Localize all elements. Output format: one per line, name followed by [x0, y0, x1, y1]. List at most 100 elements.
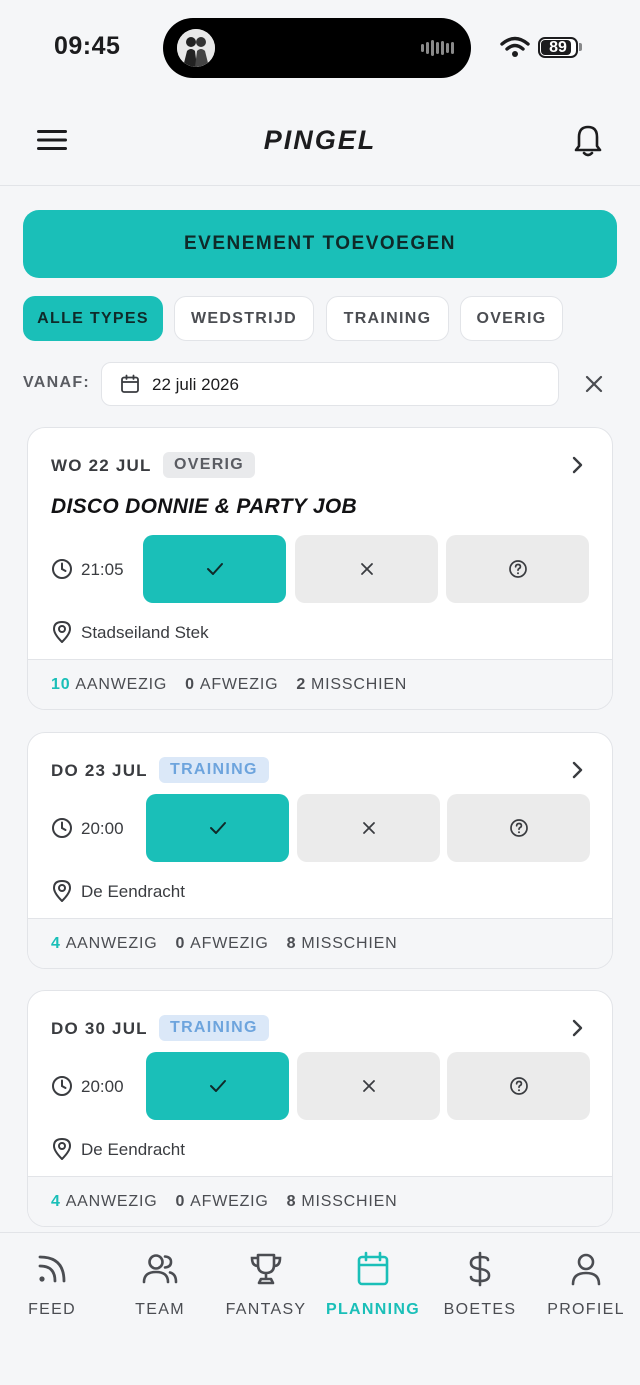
add-event-button[interactable]: EVENEMENT TOEVOEGEN — [23, 210, 617, 278]
attendance-summary: 4 AANWEZIG 0 AFWEZIG 8 MISSCHIEN — [28, 1176, 612, 1226]
event-date: DO 30 JUL — [51, 1019, 148, 1038]
from-date-value: 22 juli 2026 — [152, 375, 239, 394]
filter-chip-match[interactable]: WEDSTRIJD — [174, 296, 314, 341]
clock-icon — [52, 559, 72, 579]
event-time: 20:00 — [81, 819, 124, 838]
present-label: AANWEZIG — [65, 934, 158, 952]
now-playing-artwork — [177, 29, 215, 67]
rsvp-absent-button[interactable] — [297, 794, 440, 862]
maybe-count: 8 — [286, 934, 297, 952]
check-icon — [209, 1080, 226, 1092]
location-pin-icon — [53, 880, 71, 902]
absent-stat: 0 AFWEZIG — [175, 1193, 268, 1211]
tab-team-label: TEAM — [135, 1301, 185, 1318]
absent-label: AFWEZIG — [190, 1192, 269, 1210]
battery-indicator: 89 — [538, 37, 578, 58]
absent-label: AFWEZIG — [190, 934, 269, 952]
tab-fines-label: BOETES — [443, 1301, 517, 1318]
wifi-icon — [500, 36, 530, 57]
rsvp-present-button[interactable] — [143, 535, 286, 603]
event-time: 20:00 — [81, 1077, 124, 1096]
absent-label: AFWEZIG — [199, 675, 279, 693]
filter-chip-other[interactable]: OVERIG — [460, 296, 563, 341]
rsvp-maybe-button[interactable] — [447, 794, 590, 862]
users-icon — [142, 1254, 178, 1284]
chevron-right-icon[interactable] — [568, 1018, 586, 1038]
bottom-tab-bar: FEED TEAM FANTASY PLANNING BOETES PROFIE… — [0, 1232, 640, 1385]
event-location: Stadseiland Stek — [81, 623, 209, 642]
tab-feed[interactable]: FEED — [0, 1251, 107, 1319]
maybe-label: MISSCHIEN — [301, 934, 398, 952]
rss-icon — [38, 1255, 66, 1283]
notifications-button[interactable] — [571, 122, 605, 158]
absent-count: 0 — [175, 1192, 186, 1210]
from-date-field[interactable]: 22 juli 2026 — [101, 362, 559, 406]
user-icon — [571, 1253, 601, 1286]
tab-planning[interactable]: PLANNING — [318, 1251, 428, 1319]
location-pin-icon — [53, 621, 71, 643]
event-location: De Eendracht — [81, 1140, 185, 1159]
maybe-stat: 2 MISSCHIEN — [296, 676, 407, 694]
status-bar: 09:45 89 — [0, 0, 640, 96]
maybe-count: 8 — [286, 1192, 297, 1210]
attendance-summary: 10 AANWEZIG 0 AFWEZIG 2 MISSCHIEN — [28, 659, 612, 709]
close-icon — [360, 563, 373, 575]
audio-waveform-icon — [421, 40, 454, 56]
absent-count: 0 — [175, 934, 186, 952]
event-type-badge: OVERIG — [163, 452, 256, 478]
absent-stat: 0 AFWEZIG — [185, 676, 278, 694]
maybe-stat: 8 MISSCHIEN — [287, 1193, 398, 1211]
tab-profile-label: PROFIEL — [547, 1301, 625, 1318]
event-card[interactable]: WO 22 JUL OVERIG DISCO DONNIE & PARTY JO… — [27, 427, 613, 710]
question-circle-icon — [509, 819, 528, 837]
filter-chip-training[interactable]: TRAINING — [326, 296, 449, 341]
tab-fantasy-label: FANTASY — [225, 1301, 307, 1318]
check-icon — [209, 822, 226, 834]
battery-percentage: 89 — [549, 39, 567, 56]
clock-icon — [52, 818, 72, 838]
tab-fantasy[interactable]: FANTASY — [211, 1251, 321, 1319]
rsvp-absent-button[interactable] — [297, 1052, 440, 1120]
present-label: AANWEZIG — [75, 675, 168, 693]
event-card[interactable]: DO 23 JUL TRAINING 20:00 De Eendracht 4A… — [27, 732, 613, 969]
clear-date-button[interactable] — [584, 374, 604, 394]
status-time: 09:45 — [54, 32, 121, 60]
bell-icon — [574, 125, 602, 157]
rsvp-present-button[interactable] — [146, 1052, 289, 1120]
app-title: PINGEL — [263, 125, 377, 155]
rsvp-present-button[interactable] — [146, 794, 289, 862]
event-date: DO 23 JUL — [51, 761, 148, 780]
present-label: AANWEZIG — [65, 1192, 158, 1210]
tab-feed-label: FEED — [28, 1301, 76, 1318]
event-card[interactable]: DO 30 JUL TRAINING 20:00 De Eendracht 4A… — [27, 990, 613, 1227]
close-icon — [585, 375, 603, 393]
close-icon — [362, 1080, 375, 1092]
chevron-right-icon[interactable] — [568, 455, 586, 475]
tab-team[interactable]: TEAM — [105, 1251, 215, 1319]
clock-icon — [52, 1076, 72, 1096]
trophy-icon — [250, 1253, 282, 1285]
tab-planning-label: PLANNING — [326, 1301, 420, 1318]
calendar-icon — [357, 1251, 389, 1286]
event-type-badge: TRAINING — [159, 1015, 269, 1041]
rsvp-absent-button[interactable] — [295, 535, 438, 603]
maybe-count: 2 — [296, 675, 307, 693]
dollar-icon — [469, 1251, 491, 1287]
maybe-label: MISSCHIEN — [311, 675, 408, 693]
chevron-right-icon[interactable] — [568, 760, 586, 780]
absent-stat: 0 AFWEZIG — [175, 935, 268, 953]
present-stat: 4 AANWEZIG — [51, 1193, 157, 1211]
tab-fines[interactable]: BOETES — [425, 1251, 535, 1319]
rsvp-maybe-button[interactable] — [447, 1052, 590, 1120]
event-title: DISCO DONNIE & PARTY JOB — [51, 495, 357, 518]
event-date: WO 22 JUL — [51, 456, 152, 475]
tab-profile[interactable]: PROFIEL — [531, 1251, 640, 1319]
calendar-icon — [121, 374, 139, 393]
filter-chip-all-types[interactable]: ALLE TYPES — [23, 296, 163, 341]
event-location: De Eendracht — [81, 882, 185, 901]
top-app-bar: PINGEL — [0, 96, 640, 186]
present-count: 4 — [51, 934, 61, 952]
present-stat: 4 AANWEZIG — [51, 935, 157, 953]
rsvp-maybe-button[interactable] — [446, 535, 589, 603]
dynamic-island — [163, 18, 471, 78]
